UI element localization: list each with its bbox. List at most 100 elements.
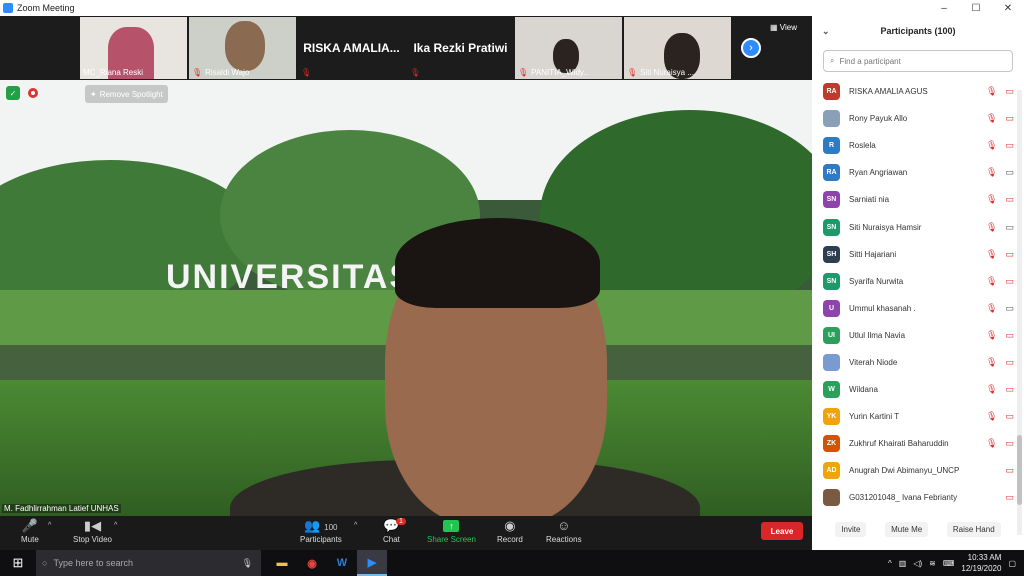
speaker-name: M. Fadhlirrahman Latief UNHAS [2,504,121,513]
taskbar-search-input[interactable]: ○ Type here to search 🎙 [36,550,261,576]
participants-caret-icon[interactable]: ^ [354,522,357,529]
participant-avatar: SN [823,218,840,236]
video-tile[interactable]: RISKA AMALIA... 🎙 [298,17,405,79]
record-button[interactable]: ◉ Record [497,518,523,544]
participants-count: 100 [324,523,338,532]
volume-icon[interactable]: ◁) [913,559,922,568]
participant-name: Ummul khasanah . [849,303,916,313]
participant-avatar: W [823,381,840,399]
next-page-button[interactable]: › [741,38,761,58]
microphone-icon: 🎤 [21,518,38,533]
word-icon[interactable]: W [327,550,357,576]
participants-button[interactable]: 👥 100 Participants [300,518,342,544]
participant-row[interactable]: RA Ryan Angriawan 🎙 ▭ [812,159,1016,186]
mute-label: Mute [21,535,39,544]
mute-button[interactable]: 🎤 Mute [21,518,39,544]
clock[interactable]: 10:33 AM 12/19/2020 [961,552,1001,574]
participant-row[interactable]: ZK Zukhruf Khairati Baharuddin 🎙 ▭ [812,430,1016,457]
participant-name: Zukhruf Khairati Baharuddin [849,439,949,449]
chat-unread-badge: 1 [396,518,406,525]
wifi-icon[interactable]: ≋ [929,559,936,568]
video-off-icon: ▭ [1005,438,1014,449]
mic-muted-icon: 🎙 [301,68,312,77]
participant-row[interactable]: SN Sarniati nia 🎙 ▭ [812,186,1016,213]
show-hidden-icons-icon[interactable]: ^ [888,559,892,568]
mic-muted-icon: 🎙 [986,438,998,449]
video-tile[interactable]: 🎙 Siti Nuraisya ... [624,17,731,79]
raise-hand-button[interactable]: Raise Hand [946,522,1001,537]
participant-name: RISKA AMALIA AGUS [849,87,928,97]
keyboard-icon[interactable]: ⌨ [943,559,955,568]
tile-name: MC_Riana Reski [83,68,144,77]
chat-button[interactable]: 💬 1 Chat [383,518,406,544]
video-on-icon: ▭ [1005,167,1014,178]
view-button[interactable]: ▦ View [770,23,797,32]
search-icon: ○ [42,558,48,568]
maximize-button[interactable]: ☐ [960,0,992,16]
minimize-button[interactable]: – [928,0,960,16]
participant-row[interactable]: G031201048_ Ivana Febrianty ▭ [812,484,1016,511]
reactions-button[interactable]: ☺ Reactions [546,518,582,544]
participant-row[interactable]: RA RISKA AMALIA AGUS 🎙 ▭ [812,78,1016,105]
participant-row[interactable]: SN Siti Nuraisya Hamsir 🎙 ▭ [812,213,1016,240]
security-shield-icon[interactable]: ✓ [6,86,20,100]
participant-search-input[interactable]: ⌕ Find a participant [823,50,1013,72]
chevron-down-icon[interactable]: ⌄ [822,26,830,37]
clock-time: 10:33 AM [967,553,1002,562]
clock-date: 12/19/2020 [961,564,1002,573]
participant-row[interactable]: AD Anugrah Dwi Abimanyu_UNCP ▭ [812,457,1016,484]
video-tile[interactable]: Ika Rezki Pratiwi 🎙 [407,17,514,79]
share-screen-button[interactable]: ↑ Share Screen [427,518,476,544]
mic-muted-icon: 🎙 [986,167,998,178]
audio-options-caret-icon[interactable]: ^ [48,522,51,529]
video-off-icon: ▭ [1005,356,1014,367]
system-tray: ^ ▥ ◁) ≋ ⌨ 10:33 AM 12/19/2020 ▢ [888,550,1024,576]
scrollbar-thumb[interactable] [1017,435,1022,505]
zoom-app-icon[interactable]: ▶ [357,550,387,576]
participant-avatar: AD [823,462,840,480]
notifications-icon[interactable]: ▢ [1008,559,1016,568]
participant-row[interactable]: R Roslela 🎙 ▭ [812,132,1016,159]
participant-avatar: UI [823,326,840,344]
video-tile[interactable]: 🎙 PANITIA_Widy... [515,17,622,79]
participant-avatar [823,110,840,128]
close-button[interactable]: ✕ [992,0,1024,16]
participant-row[interactable]: UI Utlul Ilma Navia 🎙 ▭ [812,322,1016,349]
tile-name: Ika Rezki Pratiwi [413,41,508,55]
participant-avatar: ZK [823,435,840,453]
grid-icon: ▦ [770,23,780,32]
file-explorer-icon[interactable]: ▬ [267,550,297,576]
participant-row[interactable]: SN Syarifa Nurwita 🎙 ▭ [812,268,1016,295]
video-off-icon: ▭ [1005,384,1014,395]
stop-video-button[interactable]: ▮◀ Stop Video [73,518,112,544]
participant-list: RA RISKA AMALIA AGUS 🎙 ▭ Rony Payuk Allo 🎙 ▭ R R… [812,78,1016,512]
participant-name: Wildana [849,385,878,395]
meeting-toolbar: 🎤 Mute ^ ▮◀ Stop Video ^ 👥 100 Participants… [0,516,812,550]
participant-name: Roslela [849,141,876,151]
participant-avatar [823,489,840,507]
participant-row[interactable]: Viterah Niode 🎙 ▭ [812,349,1016,376]
chrome-icon[interactable]: ◉ [297,550,327,576]
share-screen-icon: ↑ [443,520,460,532]
participant-row[interactable]: Rony Payuk Allo 🎙 ▭ [812,105,1016,132]
mute-me-button[interactable]: Mute Me [885,522,929,537]
video-tile[interactable]: MC_Riana Reski [80,17,187,79]
reactions-icon: ☺ [557,518,571,533]
video-off-icon: ▭ [1005,465,1014,476]
participant-row[interactable]: YK Yurin Kartini T 🎙 ▭ [812,403,1016,430]
participant-avatar: U [823,299,840,317]
video-options-caret-icon[interactable]: ^ [114,522,117,529]
participant-row[interactable]: W Wildana 🎙 ▭ [812,376,1016,403]
participant-avatar: R [823,137,840,155]
participant-row[interactable]: U Ummul khasanah . 🎙 ▭ [812,295,1016,322]
leave-button[interactable]: Leave [761,522,803,540]
network-icon[interactable]: ▥ [899,559,907,568]
remove-spotlight-button[interactable]: ✦ Remove Spotlight [85,85,168,103]
tile-name: PANITIA_Widy... [531,68,590,77]
microphone-icon[interactable]: 🎙 [242,558,253,569]
video-tile[interactable]: 🎙 Risaldi Wajo [189,17,296,79]
participant-row[interactable]: SH Sitti Hajariani 🎙 ▭ [812,241,1016,268]
windows-start-icon[interactable]: ⊞ [0,550,36,576]
participant-list-scrollbar[interactable] [1017,90,1022,535]
invite-button[interactable]: Invite [835,522,867,537]
